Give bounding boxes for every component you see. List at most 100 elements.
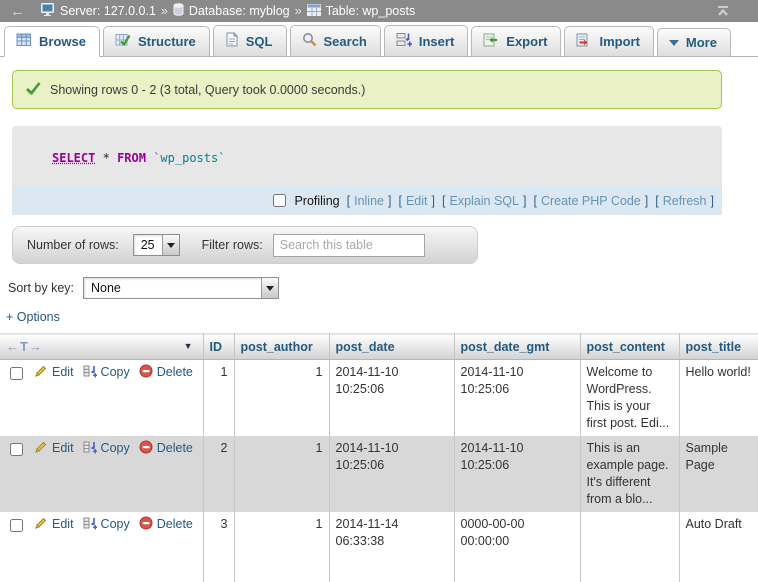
breadcrumb-database[interactable]: Database: myblog — [173, 3, 290, 19]
delete-minus-icon — [139, 516, 153, 530]
select-arrow-button[interactable] — [162, 235, 179, 255]
delete-row-action[interactable]: Delete — [139, 441, 193, 455]
edit-row-action[interactable]: Edit — [34, 441, 74, 455]
copy-row-icon — [83, 440, 97, 454]
breadcrumb-table[interactable]: Table: wp_posts — [307, 4, 416, 19]
column-header-post-date-gmt[interactable]: post_date_gmt — [454, 334, 580, 360]
insert-row-icon — [396, 32, 412, 50]
breadcrumb-bar: ← Server: 127.0.0.1 » Database: myblog »… — [0, 0, 758, 22]
delete-row-action[interactable]: Delete — [139, 517, 193, 531]
cell-id: 1 — [203, 360, 234, 437]
tab-insert[interactable]: Insert — [384, 25, 468, 57]
breadcrumb-server[interactable]: Server: 127.0.0.1 — [41, 3, 156, 19]
tab-export[interactable]: Export — [471, 26, 561, 57]
breadcrumb-label: Table: wp_posts — [326, 4, 416, 18]
explain-sql-link[interactable]: Explain SQL — [449, 194, 518, 208]
tab-label: More — [686, 35, 717, 50]
edit-link-group: [Edit] — [398, 194, 435, 208]
cell-post-content — [580, 512, 679, 582]
breadcrumb-separator: » — [295, 4, 302, 18]
select-arrow-button[interactable] — [261, 278, 278, 298]
column-header-post-date[interactable]: post_date — [329, 334, 454, 360]
server-icon — [41, 3, 55, 19]
tab-sql[interactable]: SQL — [213, 25, 287, 57]
tab-label: Export — [506, 34, 547, 49]
options-toggle-link[interactable]: + Options — [6, 310, 60, 324]
number-of-rows-select[interactable]: 25 — [133, 234, 180, 256]
inline-link-group: [Inline] — [347, 194, 392, 208]
column-header-post-author[interactable]: post_author — [234, 334, 329, 360]
export-icon — [483, 33, 499, 50]
tab-browse[interactable]: Browse — [4, 26, 100, 57]
filter-rows-input[interactable] — [273, 234, 425, 257]
copy-row-action[interactable]: Copy — [83, 441, 130, 455]
sql-star: * — [103, 151, 110, 165]
cell-post-date-gmt: 2014-11-10 10:25:06 — [454, 436, 580, 512]
back-icon[interactable]: ← — [10, 3, 25, 20]
sort-by-key-label: Sort by key: — [8, 281, 74, 295]
delete-minus-icon — [139, 440, 153, 454]
copy-row-action[interactable]: Copy — [83, 517, 130, 531]
sql-query-text: SELECT * FROM `wp_posts` — [12, 126, 722, 186]
chevron-down-icon — [266, 286, 274, 291]
pencil-icon — [34, 364, 48, 378]
inline-link[interactable]: Inline — [354, 194, 384, 208]
cell-post-author: 1 — [234, 436, 329, 512]
edit-row-action[interactable]: Edit — [34, 517, 74, 531]
cell-post-content: This is an example page. It's different … — [580, 436, 679, 512]
tab-structure[interactable]: Structure — [103, 26, 210, 57]
chevron-down-icon — [167, 243, 175, 248]
edit-row-action[interactable]: Edit — [34, 365, 74, 379]
column-header-post-content[interactable]: post_content — [580, 334, 679, 360]
sort-by-key-select[interactable]: None — [83, 277, 279, 299]
delete-row-action[interactable]: Delete — [139, 365, 193, 379]
sql-table-identifier: `wp_posts` — [153, 151, 225, 165]
tab-label: Search — [324, 34, 367, 49]
tab-import[interactable]: Import — [564, 26, 653, 57]
cell-post-title: Hello world! — [679, 360, 758, 437]
transpose-controls-icon[interactable]: ←T→ — [6, 339, 43, 354]
copy-row-icon — [83, 364, 97, 378]
create-php-code-link[interactable]: Create PHP Code — [541, 194, 641, 208]
more-dropdown-icon — [669, 40, 679, 46]
row-controls-panel: Number of rows: 25 Filter rows: — [12, 226, 478, 264]
profiling-checkbox[interactable] — [273, 194, 286, 207]
column-header-id[interactable]: ID — [203, 334, 234, 360]
cell-post-author: 1 — [234, 360, 329, 437]
tab-more[interactable]: More — [657, 28, 731, 57]
number-of-rows-label: Number of rows: — [27, 238, 119, 252]
profiling-label: Profiling — [294, 194, 339, 208]
column-header-post-title[interactable]: post_title — [679, 334, 758, 360]
copy-row-icon — [83, 516, 97, 530]
sql-select-keyword: SELECT — [52, 151, 95, 165]
tab-search[interactable]: Search — [290, 25, 381, 57]
cell-id: 2 — [203, 436, 234, 512]
refresh-link-group: [Refresh] — [655, 194, 714, 208]
cell-post-content: Welcome to WordPress. This is your first… — [580, 360, 679, 437]
sort-by-key-value: None — [84, 278, 261, 298]
column-options-arrow-icon[interactable]: ▼ — [184, 341, 193, 351]
collapse-panel-icon[interactable] — [716, 5, 730, 17]
copy-row-action[interactable]: Copy — [83, 365, 130, 379]
row-actions-cell: Edit Copy Delete — [0, 512, 203, 582]
row-checkbox[interactable] — [10, 367, 23, 380]
cell-post-title: Auto Draft — [679, 512, 758, 582]
browse-table-icon — [16, 33, 32, 50]
sql-query-box: SELECT * FROM `wp_posts` Profiling [Inli… — [12, 126, 722, 215]
row-checkbox[interactable] — [10, 519, 23, 532]
cell-post-date: 2014-11-14 06:33:38 — [329, 512, 454, 582]
breadcrumb-label: Database: myblog — [189, 4, 290, 18]
explain-sql-link-group: [Explain SQL] — [442, 194, 526, 208]
row-checkbox[interactable] — [10, 443, 23, 456]
success-check-icon — [25, 81, 41, 98]
delete-minus-icon — [139, 364, 153, 378]
results-table: ←T→ ▼ ID post_author post_date post_date… — [0, 333, 758, 582]
refresh-link[interactable]: Refresh — [663, 194, 707, 208]
sql-page-icon — [225, 32, 239, 50]
pencil-icon — [34, 440, 48, 454]
actions-header-cell: ←T→ ▼ — [0, 334, 203, 360]
tab-strip: Browse Structure SQL Search Insert Expor… — [0, 22, 758, 57]
search-icon — [302, 32, 317, 50]
table-row: EditCopyDelete 2 1 2014-11-10 10:25:06 2… — [0, 436, 758, 512]
edit-query-link[interactable]: Edit — [406, 194, 428, 208]
